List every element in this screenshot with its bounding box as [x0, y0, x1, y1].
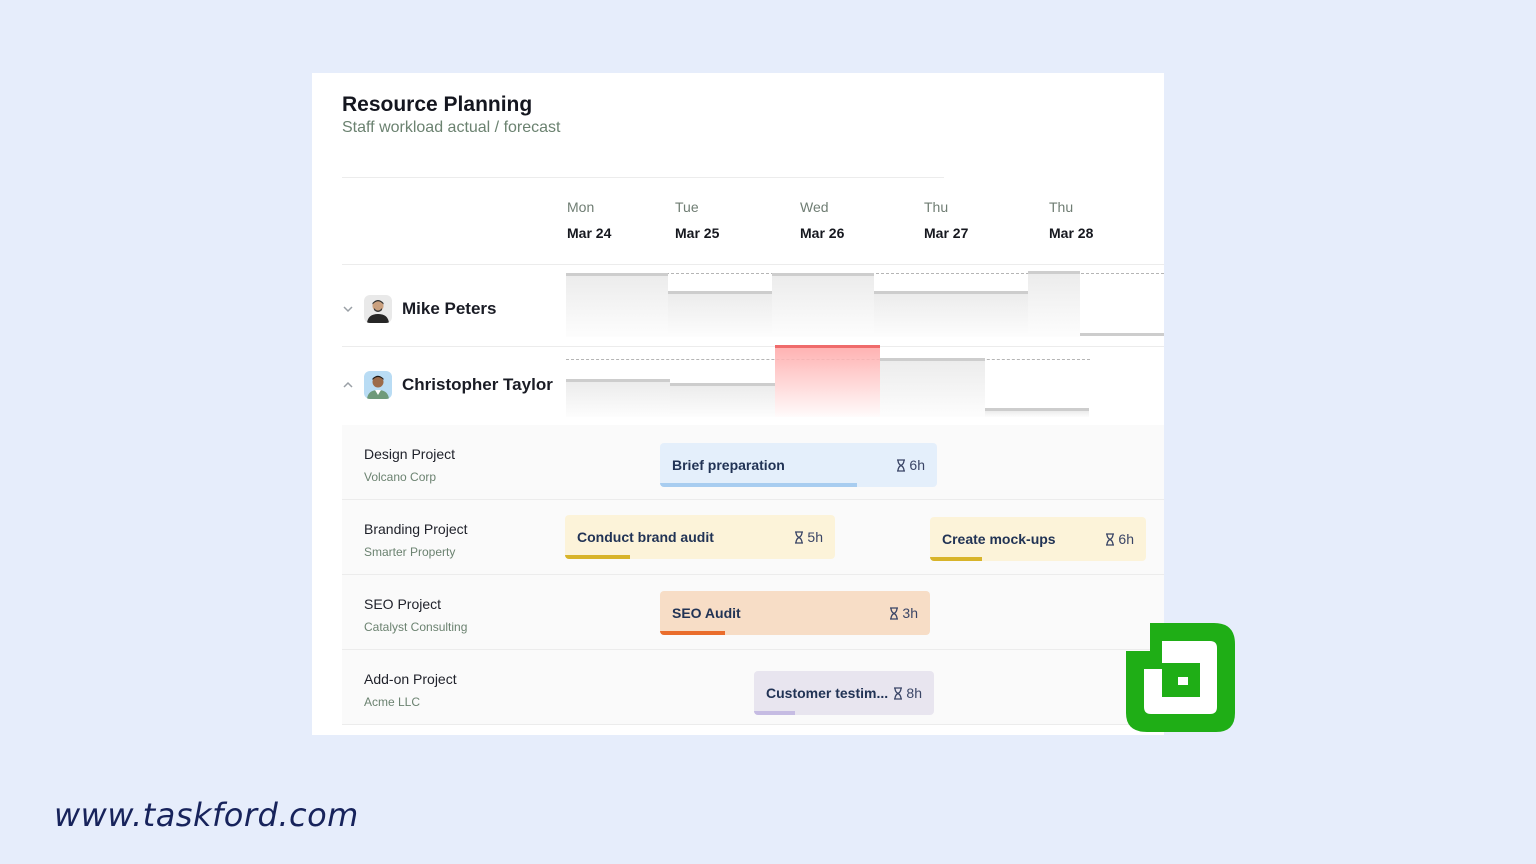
task-progress-bar [660, 631, 725, 635]
person-row-christopher-taylor[interactable]: Christopher Taylor [342, 371, 553, 399]
taskford-logo-icon [1126, 623, 1235, 732]
person-name: Christopher Taylor [402, 375, 553, 394]
duration-value: 3h [902, 605, 918, 621]
day-of-week: Wed [800, 199, 829, 215]
task-label: Conduct brand audit [577, 529, 714, 545]
page-title: Resource Planning [342, 93, 533, 116]
task-label: SEO Audit [672, 605, 741, 621]
day-date: Mar 27 [924, 225, 969, 241]
day-date: Mar 24 [567, 225, 612, 241]
day-of-week: Tue [675, 199, 699, 215]
workload-bar [985, 408, 1089, 417]
project-name: SEO Project [364, 596, 442, 612]
workload-bar [566, 379, 670, 417]
task-duration: 3h [889, 605, 918, 621]
day-of-week: Mon [567, 199, 595, 215]
task-progress-bar [660, 483, 857, 487]
workload-bar [1080, 333, 1164, 337]
page-subtitle: Staff workload actual / forecast [342, 119, 561, 136]
workload-bar [668, 291, 772, 337]
day-header-mar26: Wed Mar 26 [800, 199, 844, 241]
chevron-down-icon[interactable] [342, 303, 354, 315]
workload-bar [772, 273, 874, 337]
project-client: Acme LLC [364, 695, 421, 709]
workload-chart-christopher-taylor [566, 345, 1164, 417]
task-block-seo-audit[interactable]: SEO Audit 3h [660, 591, 930, 635]
project-name: Design Project [364, 446, 456, 462]
hourglass-icon [795, 530, 804, 544]
workload-bar [670, 383, 775, 417]
day-date: Mar 28 [1049, 225, 1094, 241]
project-client: Volcano Corp [364, 470, 437, 484]
task-duration: 6h [896, 457, 925, 473]
day-of-week: Thu [1049, 199, 1074, 215]
day-of-week: Thu [924, 199, 949, 215]
task-duration: 8h [893, 685, 922, 701]
day-date: Mar 25 [675, 225, 720, 241]
hourglass-icon [1106, 532, 1115, 546]
task-block-create-mock-ups[interactable]: Create mock-ups 6h [930, 517, 1146, 561]
duration-value: 5h [807, 529, 823, 545]
project-client: Catalyst Consulting [364, 620, 468, 634]
day-header-mar27: Thu Mar 27 [924, 199, 968, 241]
person-name: Mike Peters [402, 299, 497, 318]
divider [342, 264, 1164, 265]
project-name: Branding Project [364, 521, 468, 537]
avatar [364, 295, 392, 323]
task-progress-bar [565, 555, 630, 559]
project-name: Add-on Project [364, 671, 457, 687]
avatar [364, 371, 392, 399]
duration-value: 6h [909, 457, 925, 473]
task-label: Brief preparation [672, 457, 785, 473]
task-progress-bar [930, 557, 982, 561]
task-block-customer-testimonials[interactable]: Customer testim... 8h [754, 671, 934, 715]
hourglass-icon [894, 686, 903, 700]
day-header-mar24: Mon Mar 24 [567, 199, 611, 241]
workload-bar [880, 358, 985, 417]
person-row-mike-peters[interactable]: Mike Peters [342, 295, 497, 323]
workload-bar [874, 291, 1028, 337]
project-row-addon: Add-on Project Acme LLC [342, 650, 1164, 725]
website-url[interactable]: www.taskford.com [54, 796, 359, 834]
task-block-conduct-brand-audit[interactable]: Conduct brand audit 5h [565, 515, 835, 559]
workload-bar [1028, 271, 1080, 337]
day-date: Mar 26 [800, 225, 845, 241]
task-label: Customer testim... [766, 685, 889, 701]
day-header-mar25: Tue Mar 25 [675, 199, 719, 241]
person-avatar-icon [364, 371, 392, 399]
workload-chart-mike-peters [566, 271, 1164, 343]
task-label: Create mock-ups [942, 531, 1056, 547]
task-duration: 6h [1105, 531, 1134, 547]
task-block-brief-preparation[interactable]: Brief preparation 6h [660, 443, 937, 487]
divider [342, 177, 944, 178]
task-duration: 5h [794, 529, 823, 545]
project-client: Smarter Property [364, 545, 456, 559]
duration-value: 8h [906, 685, 922, 701]
workload-bar [566, 273, 668, 337]
chevron-up-icon[interactable] [342, 379, 354, 391]
workload-bar-overbooked [775, 345, 880, 417]
hourglass-icon [890, 606, 899, 620]
task-progress-bar [754, 711, 796, 715]
day-header-mar28: Thu Mar 28 [1049, 199, 1093, 241]
duration-value: 6h [1118, 531, 1134, 547]
person-avatar-icon [364, 295, 392, 323]
resource-planning-card: Resource Planning Staff workload actual … [312, 73, 1164, 735]
hourglass-icon [897, 458, 906, 472]
